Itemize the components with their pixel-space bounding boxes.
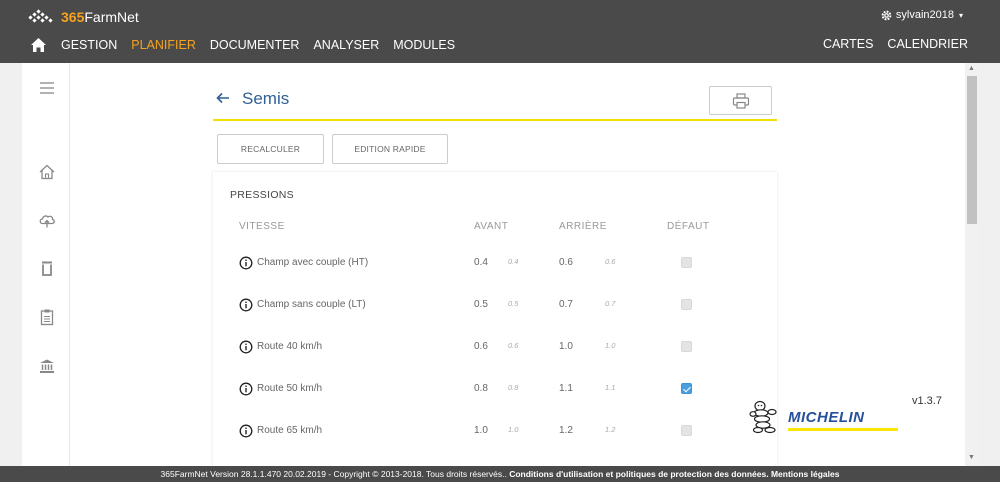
clipboard-icon[interactable]	[38, 308, 56, 326]
home-icon[interactable]	[30, 37, 47, 53]
rear-value[interactable]: 0.7	[559, 299, 573, 310]
info-icon[interactable]	[239, 256, 253, 270]
front-value[interactable]: 0.6	[474, 341, 488, 352]
default-checkbox[interactable]	[681, 257, 692, 268]
rear-sub-value: 1.2	[605, 425, 616, 434]
edition-rapide-button[interactable]: EDITION RAPIDE	[332, 134, 448, 164]
default-checkbox[interactable]	[681, 341, 692, 352]
nav-calendrier[interactable]: CALENDRIER	[887, 37, 968, 51]
row-label: Route 40 km/h	[257, 341, 323, 352]
info-icon[interactable]	[239, 424, 253, 438]
logo-text: 365FarmNet	[61, 9, 139, 25]
rear-value[interactable]: 0.6	[559, 257, 573, 268]
scroll-down-icon[interactable]: ▼	[968, 454, 975, 461]
front-value[interactable]: 0.8	[474, 383, 488, 394]
footer-legal-link[interactable]: Conditions d'utilisation et politiques d…	[509, 469, 839, 479]
home-icon[interactable]	[38, 163, 56, 181]
logo[interactable]: 365FarmNet	[28, 9, 139, 25]
front-sub-value: 0.6	[508, 341, 519, 350]
default-checkbox[interactable]	[681, 425, 692, 436]
user-name: sylvain2018	[895, 9, 954, 21]
caret-down-icon: ▾	[958, 10, 963, 20]
sidebar	[22, 63, 70, 466]
front-sub-value: 0.8	[508, 383, 519, 392]
rear-sub-value: 1.0	[605, 341, 616, 350]
row-label: Champ sans couple (LT)	[257, 299, 366, 310]
main-nav: GESTION PLANIFIER DOCUMENTER ANALYSER MO…	[30, 36, 469, 54]
michelin-man-icon	[749, 400, 777, 434]
rear-sub-value: 0.6	[605, 257, 616, 266]
footer: 365FarmNet Version 28.1.1.470 20.02.2019…	[0, 466, 1000, 482]
scrollbar[interactable]: ▲ ▼	[965, 63, 979, 466]
nav-cartes[interactable]: CARTES	[823, 37, 873, 51]
top-header: 365FarmNet sylvain2018 ▾ GESTION PLANIFI…	[0, 0, 1000, 63]
row-label: Champ avec couple (HT)	[257, 257, 369, 268]
nav-planifier[interactable]: PLANIFIER	[131, 38, 196, 52]
scroll-thumb[interactable]	[967, 76, 977, 224]
rear-value[interactable]: 1.2	[559, 425, 573, 436]
cloud-upload-icon[interactable]	[38, 211, 56, 229]
main-content: Semis RECALCULER EDITION RAPIDE PRESSION…	[70, 63, 965, 466]
col-header-speed: VITESSE	[239, 221, 285, 232]
gear-icon	[881, 10, 892, 20]
rear-sub-value: 1.1	[605, 383, 616, 392]
table-row: Route 40 km/h 0.6 0.6 1.0 1.0	[213, 337, 777, 357]
col-header-front: AVANT	[474, 221, 509, 232]
row-label: Route 65 km/h	[257, 425, 323, 436]
user-menu[interactable]: sylvain2018 ▾	[881, 9, 963, 21]
bank-icon[interactable]	[38, 357, 56, 375]
scroll-up-icon[interactable]: ▲	[968, 65, 975, 72]
printer-icon	[732, 92, 749, 109]
logo-suffix: FarmNet	[84, 9, 139, 25]
nav-modules[interactable]: MODULES	[393, 38, 455, 52]
info-icon[interactable]	[239, 382, 253, 396]
version-label: v1.3.7	[912, 395, 942, 407]
footer-copyright: 365FarmNet Version 28.1.1.470 20.02.2019…	[160, 469, 510, 479]
nav-documenter[interactable]: DOCUMENTER	[210, 38, 300, 52]
michelin-wordmark: MICHELIN	[788, 409, 865, 426]
back-arrow-icon[interactable]	[215, 90, 231, 106]
card-title: PRESSIONS	[230, 189, 294, 201]
info-icon[interactable]	[239, 340, 253, 354]
page-title: Semis	[242, 89, 290, 108]
front-sub-value: 0.5	[508, 299, 519, 308]
menu-icon[interactable]	[38, 79, 56, 97]
print-button[interactable]	[709, 86, 772, 115]
rear-sub-value: 0.7	[605, 299, 616, 308]
default-checkbox[interactable]	[681, 383, 692, 394]
pressures-card: PRESSIONS VITESSE AVANT ARRIÈRE DÉFAUT C…	[213, 172, 777, 466]
front-value[interactable]: 0.4	[474, 257, 488, 268]
table-row: Champ sans couple (LT) 0.5 0.5 0.7 0.7	[213, 295, 777, 315]
trash-icon[interactable]	[38, 259, 56, 277]
rear-value[interactable]: 1.0	[559, 341, 573, 352]
michelin-underline	[788, 428, 898, 431]
logo-icon	[28, 9, 53, 23]
front-sub-value: 0.4	[508, 257, 519, 266]
right-nav: CARTES CALENDRIER	[809, 37, 968, 51]
col-header-default: DÉFAUT	[667, 221, 710, 232]
table-row: Champ avec couple (HT) 0.4 0.4 0.6 0.6	[213, 253, 777, 273]
logo-prefix: 365	[61, 9, 85, 25]
title-row: Semis	[213, 86, 777, 121]
rear-value[interactable]: 1.1	[559, 383, 573, 394]
row-label: Route 50 km/h	[257, 383, 323, 394]
table-row: Route 50 km/h 0.8 0.8 1.1 1.1	[213, 379, 777, 399]
col-header-rear: ARRIÈRE	[559, 221, 607, 232]
table-row: Route 65 km/h 1.0 1.0 1.2 1.2	[213, 421, 777, 441]
michelin-logo: MICHELIN	[748, 399, 903, 435]
nav-analyser[interactable]: ANALYSER	[313, 38, 379, 52]
default-checkbox[interactable]	[681, 299, 692, 310]
front-sub-value: 1.0	[508, 425, 519, 434]
info-icon[interactable]	[239, 298, 253, 312]
front-value[interactable]: 0.5	[474, 299, 488, 310]
front-value[interactable]: 1.0	[474, 425, 488, 436]
nav-gestion[interactable]: GESTION	[61, 38, 117, 52]
recalculer-button[interactable]: RECALCULER	[217, 134, 324, 164]
